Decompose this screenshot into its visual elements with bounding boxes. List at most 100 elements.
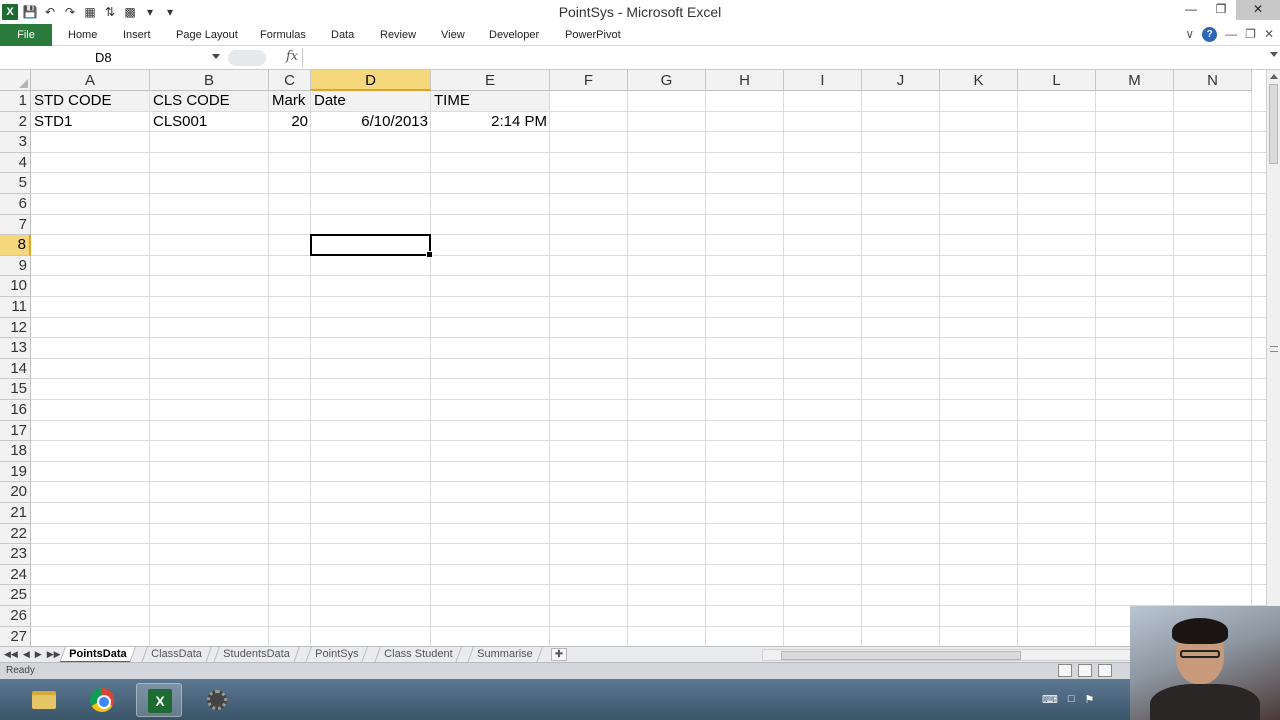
column-header-l[interactable]: L	[1018, 70, 1096, 91]
ribbon-collapse-icon[interactable]: ∨	[1185, 27, 1194, 42]
row-header-14[interactable]: 14	[0, 358, 31, 380]
split-grip-icon[interactable]	[1270, 346, 1278, 352]
minimize-workbook-icon[interactable]: —	[1225, 27, 1237, 42]
cell-c2[interactable]: 20	[272, 113, 308, 132]
first-sheet-icon[interactable]: ◀◀	[4, 649, 18, 660]
row-header-3[interactable]: 3	[0, 132, 31, 153]
row-header-2[interactable]: 2	[0, 111, 31, 133]
row-header-10[interactable]: 10	[0, 276, 31, 297]
next-sheet-icon[interactable]: ▶	[35, 649, 42, 660]
column-header-j[interactable]: J	[862, 70, 940, 91]
last-sheet-icon[interactable]: ▶▶	[47, 649, 61, 660]
sheet-tab-pointsys[interactable]: PointSys	[305, 647, 369, 663]
expand-formula-bar-icon[interactable]	[1270, 52, 1278, 57]
column-header-c[interactable]: C	[269, 70, 311, 91]
cell-d1[interactable]: Date	[314, 92, 428, 111]
cell-c1[interactable]: Mark	[272, 92, 308, 111]
cell-a2[interactable]: STD1	[34, 113, 147, 132]
row-header-12[interactable]: 12	[0, 317, 31, 339]
row-header-8[interactable]: 8	[0, 235, 31, 256]
cell-e2[interactable]: 2:14 PM	[434, 113, 547, 132]
network-icon[interactable]: □	[1068, 693, 1075, 706]
column-header-g[interactable]: G	[628, 70, 706, 91]
sheet-tab-studentsdata[interactable]: StudentsData	[213, 647, 300, 663]
column-header-f[interactable]: F	[550, 70, 628, 91]
column-header-a[interactable]: A	[31, 70, 150, 91]
row-header-11[interactable]: 11	[0, 297, 31, 318]
sheet-tab-summarise[interactable]: Summarise	[467, 647, 543, 663]
column-header-m[interactable]: M	[1096, 70, 1174, 91]
flag-icon[interactable]: ⚑	[1085, 693, 1095, 706]
tab-formulas[interactable]: Formulas	[260, 24, 306, 46]
close-workbook-icon[interactable]: ✕	[1264, 27, 1274, 42]
row-header-1[interactable]: 1	[0, 91, 31, 112]
tab-developer[interactable]: Developer	[489, 24, 539, 46]
row-header-24[interactable]: 24	[0, 564, 31, 586]
taskbar-tool[interactable]	[194, 683, 240, 717]
tab-file[interactable]: File	[0, 24, 52, 46]
name-box[interactable]: D8	[0, 48, 224, 68]
column-header-i[interactable]: I	[784, 70, 862, 91]
taskbar-excel[interactable]: X	[136, 683, 182, 717]
chevron-down-icon[interactable]	[212, 54, 220, 59]
tab-insert[interactable]: Insert	[123, 24, 151, 46]
column-header-e[interactable]: E	[431, 70, 550, 91]
sheet-tab-class-student[interactable]: Class Student	[374, 647, 463, 663]
row-header-16[interactable]: 16	[0, 400, 31, 421]
row-header-17[interactable]: 17	[0, 420, 31, 442]
tab-home[interactable]: Home	[68, 24, 97, 46]
row-header-27[interactable]: 27	[0, 626, 31, 646]
row-header-6[interactable]: 6	[0, 194, 31, 215]
row-header-18[interactable]: 18	[0, 441, 31, 462]
select-all-button[interactable]	[0, 70, 31, 91]
active-cell-outline[interactable]	[310, 234, 433, 258]
normal-view-icon[interactable]	[1058, 664, 1072, 677]
row-header-22[interactable]: 22	[0, 523, 31, 545]
column-header-d[interactable]: D	[311, 70, 431, 91]
taskbar-explorer[interactable]	[20, 683, 66, 717]
close-button[interactable]: ✕	[1236, 0, 1280, 20]
taskbar-chrome[interactable]	[79, 683, 125, 717]
cell-b2[interactable]: CLS001	[153, 113, 266, 132]
row-header-21[interactable]: 21	[0, 503, 31, 524]
row-header-5[interactable]: 5	[0, 173, 31, 194]
column-header-h[interactable]: H	[706, 70, 784, 91]
help-icon[interactable]: ?	[1202, 27, 1218, 42]
row-header-15[interactable]: 15	[0, 379, 31, 400]
cell-b1[interactable]: CLS CODE	[153, 92, 266, 111]
row-header-19[interactable]: 19	[0, 461, 31, 483]
row-header-4[interactable]: 4	[0, 152, 31, 174]
restore-button[interactable]: ❐	[1206, 0, 1236, 20]
row-header-20[interactable]: 20	[0, 482, 31, 503]
page-layout-view-icon[interactable]	[1078, 664, 1092, 677]
page-break-view-icon[interactable]	[1098, 664, 1112, 677]
tab-page-layout[interactable]: Page Layout	[176, 24, 238, 46]
row-header-23[interactable]: 23	[0, 544, 31, 565]
keyboard-icon[interactable]: ⌨	[1042, 693, 1058, 706]
scrollbar-thumb[interactable]	[781, 651, 1021, 660]
row-header-7[interactable]: 7	[0, 214, 31, 236]
formula-bar-grip[interactable]	[228, 50, 266, 66]
column-header-b[interactable]: B	[150, 70, 269, 91]
column-header-k[interactable]: K	[940, 70, 1018, 91]
formula-input[interactable]	[302, 48, 1266, 68]
tab-data[interactable]: Data	[331, 24, 354, 46]
cell-e1[interactable]: TIME	[434, 92, 547, 111]
row-header-25[interactable]: 25	[0, 585, 31, 606]
scrollbar-thumb[interactable]	[1269, 84, 1278, 164]
insert-function-icon[interactable]: fx	[286, 49, 298, 64]
row-header-13[interactable]: 13	[0, 338, 31, 359]
row-header-26[interactable]: 26	[0, 606, 31, 627]
tab-powerpivot[interactable]: PowerPivot	[565, 24, 621, 46]
vertical-scrollbar[interactable]	[1266, 70, 1280, 646]
insert-sheet-icon[interactable]: ✚	[551, 648, 567, 661]
column-header-n[interactable]: N	[1174, 70, 1252, 91]
minimize-button[interactable]: —	[1176, 0, 1206, 20]
tab-view[interactable]: View	[441, 24, 465, 46]
sheet-tab-classdata[interactable]: ClassData	[141, 647, 212, 663]
spreadsheet-grid[interactable]: A B C D E F G H I J K L M N 1 2 3 4 5 6 7 8 9 10 11 12 13 14 15 16 17 1…	[0, 70, 1266, 646]
cell-d2[interactable]: 6/10/2013	[314, 113, 428, 132]
cell-a1[interactable]: STD CODE	[34, 92, 147, 111]
scroll-up-icon[interactable]	[1270, 74, 1278, 79]
sheet-tab-pointsdata[interactable]: PointsData	[59, 647, 137, 663]
